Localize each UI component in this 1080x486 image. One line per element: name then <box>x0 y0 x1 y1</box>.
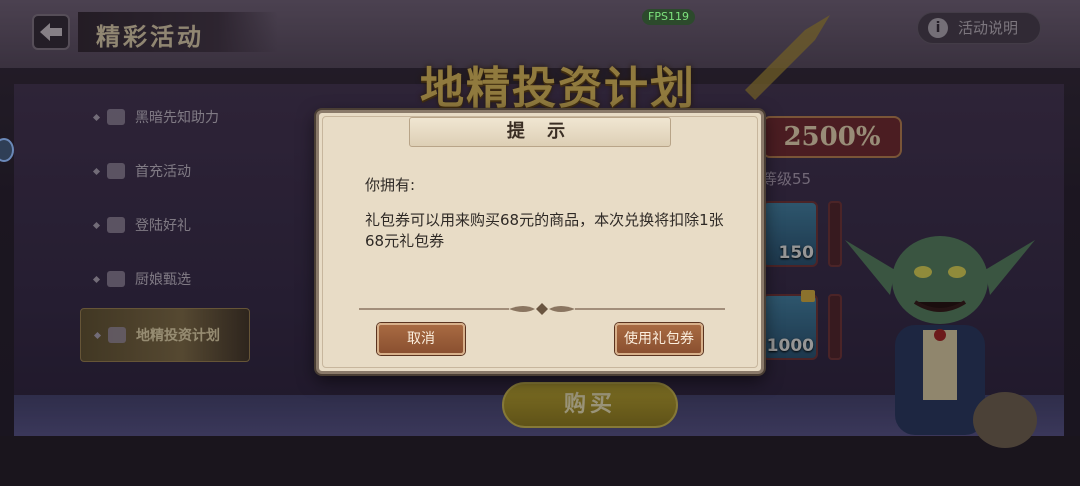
bullet-icon <box>92 275 101 283</box>
sidebar-item-goblin-investment[interactable]: 地精投资计划 <box>80 308 250 362</box>
info-button-label: 活动说明 <box>958 19 1019 37</box>
page-title: 精彩活动 <box>96 22 204 51</box>
sidebar-item-label: 登陆好礼 <box>135 218 191 234</box>
use-gift-coupon-button[interactable]: 使用礼包券 <box>615 323 703 355</box>
arrow-left-icon <box>40 23 62 41</box>
return-percent: 2500% <box>762 116 902 158</box>
dialog-message-line1: 你拥有: <box>365 176 416 194</box>
bat-icon <box>107 109 125 125</box>
goblin-character <box>845 236 1037 448</box>
sidebar-item-dark-prophet[interactable]: 黑暗先知助力 <box>80 90 250 144</box>
reward-slot <box>828 201 842 267</box>
fps-counter: FPS119 <box>642 9 695 25</box>
back-button[interactable] <box>32 14 70 50</box>
reward-quantity: 1000 <box>766 336 814 356</box>
buy-button[interactable]: 购买 <box>502 382 678 428</box>
reward-slot <box>828 294 842 360</box>
activity-info-button[interactable]: i 活动说明 <box>917 12 1041 44</box>
confirm-dialog: 提 示 你拥有: 礼包券可以用来购买68元的商品，本次兑换将扣除1张68元礼包券… <box>316 110 764 374</box>
sidebar-item-label: 厨娘甄选 <box>135 272 191 288</box>
lock-icon <box>801 290 815 302</box>
spoon-icon <box>107 271 125 287</box>
reward-diamond-150[interactable]: 150 <box>762 201 818 267</box>
ornament-divider <box>359 303 725 315</box>
bullet-icon <box>92 221 101 229</box>
dialog-message: 你拥有: 礼包券可以用来购买68元的商品，本次兑换将扣除1张68元礼包券 <box>365 175 725 252</box>
gift-icon <box>107 163 125 179</box>
banner-title: 地精投资计划 <box>420 63 696 114</box>
bullet-icon <box>93 331 102 339</box>
bullet-icon <box>92 167 101 175</box>
sidebar-item-label: 黑暗先知助力 <box>135 110 219 126</box>
drill-icon <box>745 15 830 100</box>
side-menu: 黑暗先知助力 首充活动 登陆好礼 厨娘甄选 地精投资计划 <box>80 90 250 362</box>
info-icon: i <box>928 18 948 38</box>
reward-quantity: 150 <box>778 243 815 263</box>
dialog-message-line2: 礼包券可以用来购买68元的商品，本次兑换将扣除1张68元礼包券 <box>365 211 724 250</box>
sidebar-item-label: 地精投资计划 <box>136 328 220 344</box>
sidebar-item-label: 首充活动 <box>135 164 191 180</box>
cancel-button[interactable]: 取消 <box>377 323 465 355</box>
reward-diamond-1000[interactable]: 1000 <box>762 294 818 360</box>
sidebar-item-first-recharge[interactable]: 首充活动 <box>80 144 250 198</box>
chart-icon <box>108 327 126 343</box>
present-icon <box>107 217 125 233</box>
top-bar <box>0 0 1080 68</box>
crystal-floor <box>14 395 1064 436</box>
level-label: 等级55 <box>762 170 812 188</box>
sidebar-item-chef-selection[interactable]: 厨娘甄选 <box>80 252 250 306</box>
bullet-icon <box>92 113 101 121</box>
sidebar-item-login-gift[interactable]: 登陆好礼 <box>80 198 250 252</box>
dialog-header: 提 示 <box>409 117 671 147</box>
dialog-title: 提 示 <box>506 121 574 142</box>
bottom-strip <box>0 436 1080 486</box>
title-ribbon <box>78 12 278 52</box>
